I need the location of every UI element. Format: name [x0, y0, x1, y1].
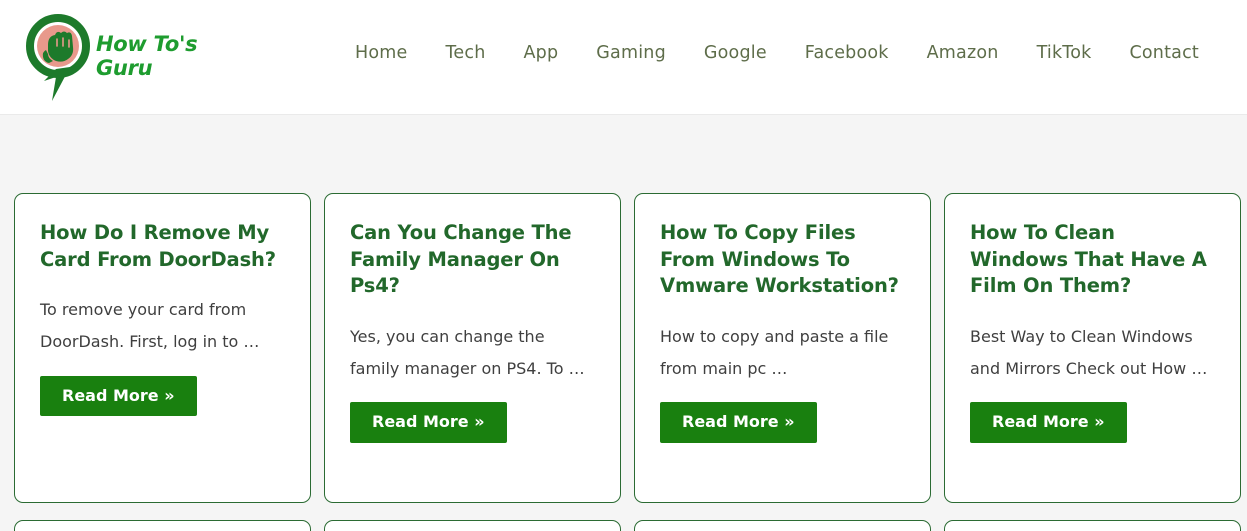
read-more-button[interactable]: Read More »: [660, 402, 817, 443]
main-navigation: Home Tech App Gaming Google Facebook Ama…: [355, 43, 1199, 63]
post-card[interactable]: How To Clean Windows That Have A Film On…: [944, 193, 1241, 503]
nav-item-tiktok[interactable]: TikTok: [1018, 43, 1111, 63]
nav-item-tech[interactable]: Tech: [426, 43, 504, 63]
post-excerpt: To remove your card from DoorDash. First…: [40, 300, 260, 352]
post-card[interactable]: How To Copy Files From Windows To Vmware…: [634, 193, 931, 503]
nav-item-gaming[interactable]: Gaming: [577, 43, 685, 63]
post-excerpt: Yes, you can change the family manager o…: [350, 327, 585, 378]
post-card[interactable]: [944, 520, 1241, 531]
post-excerpt: Best Way to Clean Windows and Mirrors Ch…: [970, 327, 1208, 378]
nav-item-home[interactable]: Home: [355, 43, 426, 63]
post-card[interactable]: Can You Change The Family Manager On Ps4…: [324, 193, 621, 503]
post-title: How To Copy Files From Windows To Vmware…: [660, 221, 899, 298]
read-more-button[interactable]: Read More »: [350, 402, 507, 443]
nav-item-amazon[interactable]: Amazon: [908, 43, 1018, 63]
post-title: Can You Change The Family Manager On Ps4…: [350, 221, 572, 298]
site-logo-text: How To's Guru: [96, 32, 198, 80]
site-header: How To's Guru Home Tech App Gaming Googl…: [0, 0, 1247, 115]
nav-item-facebook[interactable]: Facebook: [786, 43, 908, 63]
post-title: How To Clean Windows That Have A Film On…: [970, 221, 1207, 298]
read-more-button[interactable]: Read More »: [970, 402, 1127, 443]
fist-lightning-logo-icon: [26, 13, 90, 101]
post-card[interactable]: [14, 520, 311, 531]
post-card[interactable]: How Do I Remove My Card From DoorDash? T…: [14, 193, 311, 503]
read-more-button[interactable]: Read More »: [40, 375, 197, 417]
post-card-grid: How Do I Remove My Card From DoorDash? T…: [14, 193, 1241, 531]
nav-item-contact[interactable]: Contact: [1110, 43, 1199, 63]
post-title: How Do I Remove My Card From DoorDash?: [40, 221, 276, 271]
nav-item-google[interactable]: Google: [685, 43, 786, 63]
site-logo-link[interactable]: How To's Guru: [26, 13, 198, 101]
post-card[interactable]: [634, 520, 931, 531]
post-excerpt: How to copy and paste a file from main p…: [660, 327, 889, 378]
post-card[interactable]: [324, 520, 621, 531]
nav-item-app[interactable]: App: [504, 43, 577, 63]
